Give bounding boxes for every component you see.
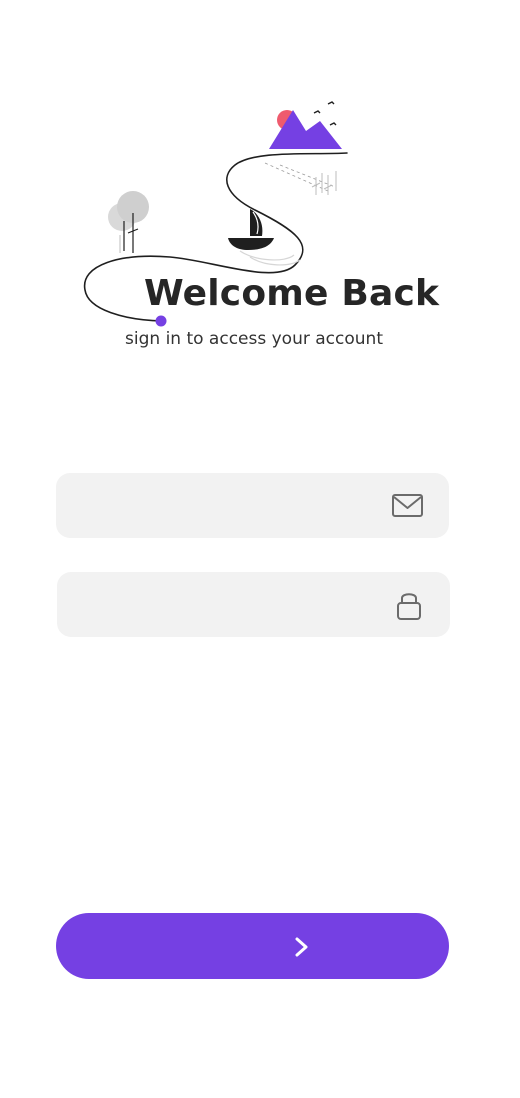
sailboat-hull bbox=[228, 238, 274, 250]
email-field[interactable] bbox=[56, 473, 449, 538]
password-input[interactable] bbox=[77, 572, 377, 637]
path-dot bbox=[155, 315, 167, 327]
email-input[interactable] bbox=[76, 473, 376, 538]
chevron-right-icon bbox=[295, 937, 308, 957]
birds bbox=[313, 101, 337, 126]
mail-icon bbox=[392, 494, 423, 517]
page-title: Welcome Back bbox=[144, 273, 440, 314]
password-field[interactable] bbox=[57, 572, 450, 637]
sign-in-button[interactable] bbox=[56, 913, 449, 979]
page-subtitle: sign in to access your account bbox=[125, 329, 383, 349]
lock-icon bbox=[397, 593, 421, 620]
